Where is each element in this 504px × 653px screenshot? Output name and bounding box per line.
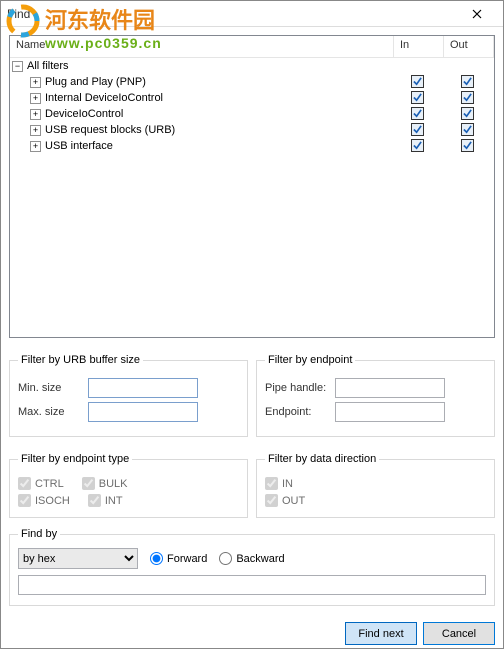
tree-item-label: Plug and Play (PNP) [45,76,392,88]
chk-bulk[interactable] [82,477,95,490]
col-name[interactable]: Name [10,36,394,57]
input-max-size[interactable] [88,402,198,422]
tree-body: − All filters + Plug and Play (PNP) + Inter… [10,58,494,154]
lbl-forward: Forward [167,553,207,565]
expand-icon[interactable]: + [30,109,41,120]
legend-endpoint: Filter by endpoint [265,354,355,366]
checkbox-out[interactable] [461,75,474,88]
input-ep[interactable] [335,402,445,422]
radio-backward[interactable] [219,552,232,565]
label-max-size: Max. size [18,406,88,418]
lbl-out: OUT [282,495,305,507]
legend-urb-size: Filter by URB buffer size [18,354,143,366]
label-min-size: Min. size [18,382,88,394]
col-in[interactable]: In [394,36,444,57]
group-eptype: Filter by endpoint type CTRL BULK ISOCH … [9,453,248,518]
chk-isoch[interactable] [18,494,31,507]
group-urb-size: Filter by URB buffer size Min. size Max.… [9,354,248,437]
tree-item-label: USB request blocks (URB) [45,124,392,136]
titlebar: Find [1,1,503,27]
tree-item-label: Internal DeviceIoControl [45,92,392,104]
legend-direction: Filter by data direction [265,453,379,465]
lbl-backward: Backward [236,553,284,565]
lbl-bulk: BULK [99,478,128,490]
col-out[interactable]: Out [444,36,494,57]
input-find-value[interactable] [18,575,486,595]
checkbox-in[interactable] [411,139,424,152]
legend-findby: Find by [18,528,60,540]
lbl-isoch: ISOCH [35,495,70,507]
label-ep: Endpoint: [265,406,335,418]
close-icon [472,9,482,19]
group-endpoint: Filter by endpoint Pipe handle: Endpoint… [256,354,495,437]
chk-out[interactable] [265,494,278,507]
findnext-button[interactable]: Find next [345,622,417,645]
tree-root-label: All filters [27,60,392,72]
lbl-int: INT [105,495,123,507]
checkbox-in[interactable] [411,75,424,88]
checkbox-in[interactable] [411,123,424,136]
label-pipe: Pipe handle: [265,382,335,394]
tree-row[interactable]: + DeviceIoControl [10,106,494,122]
expand-icon[interactable]: + [30,93,41,104]
chk-ctrl[interactable] [18,477,31,490]
lbl-in: IN [282,478,293,490]
group-findby: Find by by hex Forward Backward [9,528,495,606]
filter-tree[interactable]: Name In Out − All filters + Plug and Play… [9,35,495,338]
expand-icon[interactable]: + [30,125,41,136]
checkbox-out[interactable] [461,107,474,120]
collapse-icon[interactable]: − [12,61,23,72]
checkbox-in[interactable] [411,107,424,120]
expand-icon[interactable]: + [30,77,41,88]
checkbox-out[interactable] [461,91,474,104]
chk-in[interactable] [265,477,278,490]
tree-row[interactable]: + USB request blocks (URB) [10,122,494,138]
input-min-size[interactable] [88,378,198,398]
chk-int[interactable] [88,494,101,507]
combo-findby[interactable]: by hex [18,548,138,569]
checkbox-out[interactable] [461,123,474,136]
radio-forward[interactable] [150,552,163,565]
checkbox-out[interactable] [461,139,474,152]
tree-row[interactable]: + USB interface [10,138,494,154]
legend-eptype: Filter by endpoint type [18,453,132,465]
tree-item-label: USB interface [45,140,392,152]
window-title: Find [7,7,457,21]
tree-row[interactable]: + Plug and Play (PNP) [10,74,494,90]
tree-header: Name In Out [10,36,494,58]
close-button[interactable] [457,1,497,27]
lbl-ctrl: CTRL [35,478,64,490]
dialog-buttons: Find next Cancel [1,614,503,653]
group-direction: Filter by data direction IN OUT [256,453,495,518]
checkbox-in[interactable] [411,91,424,104]
expand-icon[interactable]: + [30,141,41,152]
input-pipe[interactable] [335,378,445,398]
cancel-button[interactable]: Cancel [423,622,495,645]
tree-item-label: DeviceIoControl [45,108,392,120]
tree-row[interactable]: + Internal DeviceIoControl [10,90,494,106]
tree-root-row[interactable]: − All filters [10,58,494,74]
